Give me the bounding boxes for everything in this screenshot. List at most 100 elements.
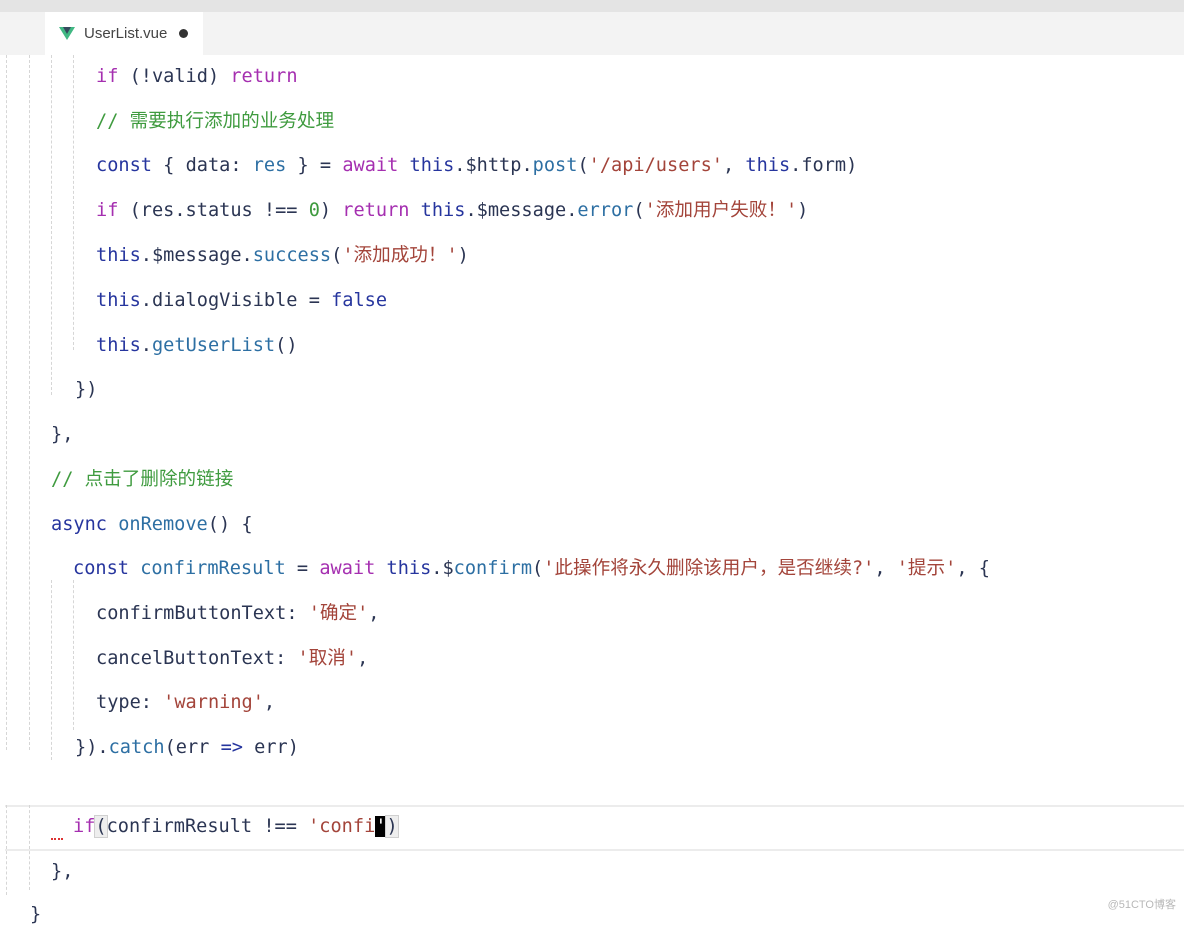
code-token: 'confi — [308, 816, 376, 837]
code-line[interactable]: // 需要执行添加的业务处理 — [96, 100, 334, 144]
indent-guide — [73, 55, 74, 350]
vue-icon — [59, 27, 75, 40]
code-token: (!valid) — [118, 66, 231, 87]
code-token: .form) — [790, 155, 858, 176]
unsaved-dot-icon[interactable] — [179, 29, 189, 38]
code-token: if — [96, 200, 119, 221]
code-token: } — [30, 904, 42, 925]
code-token: const — [96, 155, 152, 176]
code-token: err) — [242, 737, 299, 758]
code-token: = — [285, 558, 320, 579]
indent-guide — [73, 580, 74, 730]
code-token: }) — [75, 379, 98, 400]
code-token: 'warning' — [163, 692, 264, 713]
code-line[interactable]: this.getUserList() — [96, 324, 298, 368]
code-token: res — [252, 155, 287, 176]
code-token: return — [342, 200, 410, 221]
code-line[interactable]: const confirmResult = await this.$confir… — [73, 547, 990, 591]
code-token: type — [96, 692, 141, 713]
code-token: confirmResult !== — [106, 816, 309, 837]
code-token: () — [275, 335, 298, 356]
code-line[interactable]: } — [30, 893, 41, 937]
code-line[interactable]: if(confirmResult !== 'confi') — [73, 805, 399, 849]
code-token: post — [532, 155, 578, 176]
code-token: } = — [286, 155, 343, 176]
code-token: this — [96, 245, 141, 266]
code-token: // 需要执行添加的业务处理 — [96, 111, 335, 132]
code-token: ) — [457, 245, 469, 266]
text-cursor: ' — [375, 816, 387, 837]
indent-guide — [6, 805, 7, 895]
error-squiggle — [51, 834, 63, 840]
code-token: .dialogVisible = — [140, 290, 332, 311]
code-token: }). — [75, 737, 109, 758]
code-token: success — [252, 245, 332, 266]
code-token: confirmResult — [140, 558, 286, 579]
code-token: .$ — [431, 558, 454, 579]
code-line[interactable]: async onRemove() { — [51, 503, 253, 547]
code-token: '添加成功！' — [342, 245, 458, 266]
code-line[interactable]: if (!valid) return — [96, 55, 298, 99]
code-line[interactable]: if (res.status !== 0) return this.$messa… — [96, 189, 808, 233]
code-line[interactable]: }).catch(err => err) — [75, 726, 299, 770]
code-line[interactable]: confirmButtonText: '确定', — [96, 592, 379, 636]
code-token: ) — [797, 200, 809, 221]
code-token: ) — [385, 815, 399, 838]
code-token: async — [51, 514, 107, 535]
code-token: , { — [956, 558, 990, 579]
code-line[interactable]: const { data: res } = await this.$http.p… — [96, 144, 857, 188]
code-token: await — [342, 155, 399, 176]
code-token: confirm — [453, 558, 533, 579]
code-line[interactable]: }, — [51, 850, 73, 894]
code-token: (err — [164, 737, 221, 758]
code-token: catch — [108, 737, 165, 758]
code-token: }, — [51, 861, 74, 882]
code-editor[interactable]: if (!valid) return // 需要执行添加的业务处理 const { … — [0, 55, 1184, 925]
window-top-band — [0, 0, 1184, 12]
code-token: ) — [319, 200, 343, 221]
code-token: 0 — [308, 200, 320, 221]
code-token: => — [220, 737, 243, 758]
code-token: , — [874, 558, 897, 579]
code-line[interactable]: cancelButtonText: '取消', — [96, 637, 368, 681]
code-token: '添加用户失败！' — [644, 200, 798, 221]
tab-userlist-vue[interactable]: UserList.vue — [45, 12, 203, 55]
code-token: confirmButtonText — [96, 603, 287, 624]
code-token: this — [409, 155, 455, 176]
code-token: : — [140, 692, 164, 713]
indent-guide — [51, 55, 52, 395]
indent-guide — [29, 55, 30, 750]
code-token: getUserList — [151, 335, 276, 356]
code-token: , — [722, 155, 746, 176]
code-token: '确定' — [308, 603, 369, 624]
watermark: @51CTO博客 — [1107, 899, 1176, 911]
code-line[interactable]: this.dialogVisible = false — [96, 279, 387, 323]
code-line[interactable]: type: 'warning', — [96, 681, 275, 725]
code-token: (res.status !== — [118, 200, 309, 221]
code-token: .$http. — [454, 155, 533, 176]
code-token: error — [577, 200, 634, 221]
code-token: return — [230, 66, 298, 87]
code-line[interactable]: this.$message.success('添加成功！') — [96, 234, 469, 278]
code-token: const — [73, 558, 129, 579]
code-token: this — [96, 290, 141, 311]
code-token: this — [745, 155, 791, 176]
code-line[interactable]: // 点击了删除的链接 — [51, 458, 233, 502]
code-token: // 点击了删除的链接 — [51, 469, 234, 490]
tab-label: UserList.vue — [84, 25, 168, 42]
code-token: { data: — [151, 155, 253, 176]
code-line[interactable]: }) — [75, 368, 97, 412]
indent-guide — [6, 55, 7, 750]
code-token: () { — [207, 514, 253, 535]
code-token: '此操作将永久删除该用户，是否继续?' — [543, 558, 875, 579]
code-token: ( — [94, 815, 108, 838]
code-token: , — [263, 692, 276, 713]
code-line[interactable]: }, — [51, 413, 73, 457]
code-token: await — [319, 558, 376, 579]
code-token: '/api/users' — [588, 155, 723, 176]
